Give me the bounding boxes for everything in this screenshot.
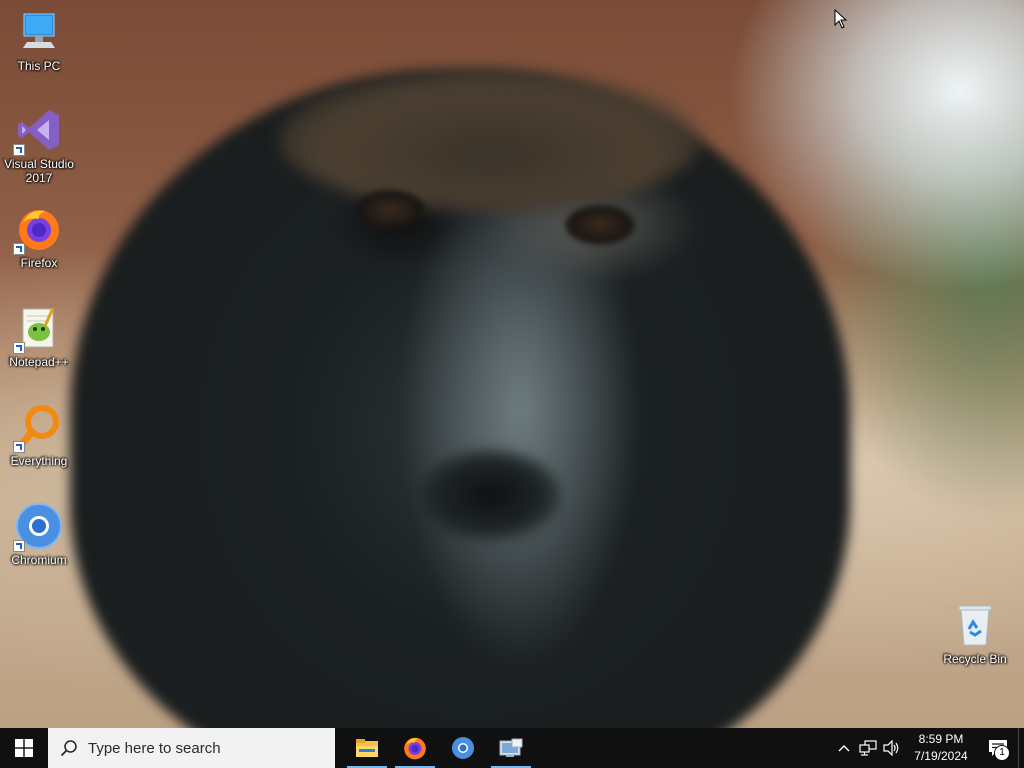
desktop-icon-everything[interactable]: Everything bbox=[0, 403, 81, 468]
desktop-icon-label: Everything bbox=[10, 454, 68, 468]
desktop-icon-label: Firefox bbox=[20, 256, 58, 270]
search-icon bbox=[60, 740, 77, 757]
taskbar-app-chromium[interactable] bbox=[439, 728, 487, 768]
taskbar-clock[interactable]: 8:59 PM 7/19/2024 bbox=[904, 731, 978, 765]
desktop-icon-label: Recycle Bin bbox=[943, 652, 1007, 666]
file-explorer-icon bbox=[356, 739, 378, 757]
action-center-button[interactable]: 1 bbox=[978, 728, 1018, 768]
taskbar-app-control-panel[interactable] bbox=[487, 728, 535, 768]
search-placeholder: Type here to search bbox=[88, 739, 221, 757]
computer-icon bbox=[15, 8, 63, 56]
windows-logo-icon bbox=[15, 739, 33, 757]
desktop-icon-firefox[interactable]: Firefox bbox=[0, 205, 81, 270]
clock-date: 7/19/2024 bbox=[914, 749, 968, 763]
wallpaper-right-eye bbox=[565, 205, 635, 245]
desktop-icon-this-pc[interactable]: This PC bbox=[0, 8, 81, 73]
shortcut-arrow-icon bbox=[13, 342, 25, 354]
desktop-icon-label: This PC bbox=[17, 59, 61, 73]
volume-speaker-icon[interactable] bbox=[880, 728, 904, 768]
firefox-icon bbox=[13, 205, 63, 255]
shortcut-arrow-icon bbox=[13, 144, 25, 156]
desktop-icon-notepadplusplus[interactable]: Notepad++ bbox=[0, 304, 81, 369]
taskbar-app-firefox[interactable] bbox=[391, 728, 439, 768]
wallpaper-monkey-crown bbox=[280, 70, 700, 210]
desktop-icon-label: Chromium bbox=[11, 553, 67, 567]
mouse-cursor-icon bbox=[834, 8, 848, 34]
chromium-icon bbox=[452, 737, 474, 759]
desktop-icon-recycle-bin[interactable]: Recycle Bin bbox=[933, 601, 1017, 666]
desktop-icon-label: Notepad++ bbox=[9, 355, 69, 369]
network-icon[interactable] bbox=[856, 728, 880, 768]
show-desktop-button[interactable] bbox=[1018, 728, 1024, 768]
desktop-icon-visual-studio[interactable]: Visual Studio 2017 bbox=[0, 106, 81, 185]
clock-time: 8:59 PM bbox=[918, 732, 964, 746]
control-panel-icon bbox=[499, 738, 523, 757]
desktop-wallpaper bbox=[0, 0, 1024, 728]
notepadplusplus-icon bbox=[13, 304, 63, 354]
desktop-icon-label: Visual Studio 2017 bbox=[4, 157, 74, 185]
notification-count-badge: 1 bbox=[994, 745, 1010, 761]
wallpaper-monkey-nose bbox=[420, 450, 560, 540]
everything-search-icon bbox=[13, 403, 63, 453]
taskbar-app-file-explorer[interactable] bbox=[343, 728, 391, 768]
shortcut-arrow-icon bbox=[13, 243, 25, 255]
visual-studio-icon bbox=[13, 106, 63, 156]
chromium-icon bbox=[13, 502, 63, 552]
taskbar: Type here to search 8:59 PM 7/19/2024 1 bbox=[0, 728, 1024, 768]
recycle-bin-icon bbox=[951, 601, 999, 649]
system-tray: 8:59 PM 7/19/2024 1 bbox=[832, 728, 1024, 768]
shortcut-arrow-icon bbox=[13, 540, 25, 552]
wallpaper-left-eye bbox=[355, 190, 425, 230]
firefox-icon bbox=[404, 737, 426, 760]
show-hidden-icons-chevron-up-icon[interactable] bbox=[832, 728, 856, 768]
desktop-icon-chromium[interactable]: Chromium bbox=[0, 502, 81, 567]
taskbar-search-box[interactable]: Type here to search bbox=[48, 728, 335, 768]
shortcut-arrow-icon bbox=[13, 441, 25, 453]
start-button[interactable] bbox=[0, 728, 48, 768]
